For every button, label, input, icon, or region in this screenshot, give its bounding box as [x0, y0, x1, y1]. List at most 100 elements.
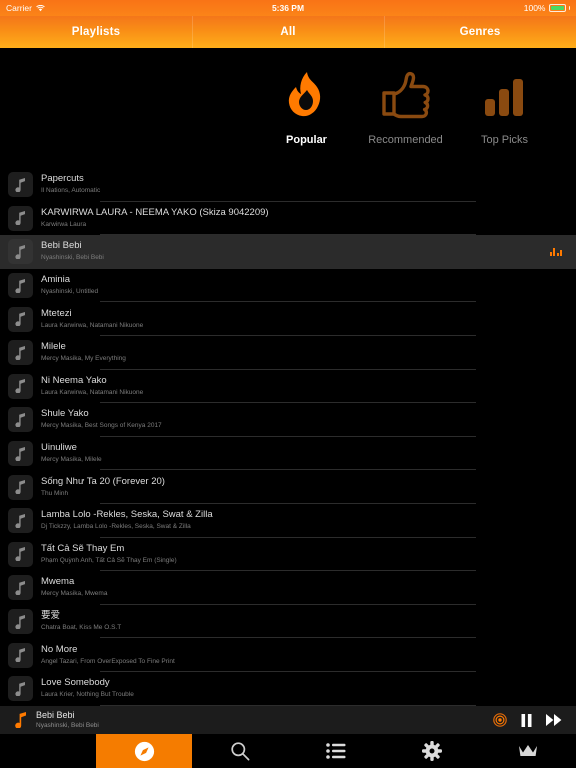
track-subtitle: Mercy Masika, Milele [41, 456, 102, 464]
table-row[interactable]: Love Somebody Laura Krier, Nothing But Tr… [0, 671, 576, 706]
track-subtitle: Laura Karwirwa, Natamani Nikuone [41, 321, 144, 329]
table-row[interactable]: Mtetezi Laura Karwirwa, Natamani Nikuone [0, 302, 576, 336]
tab-playlist[interactable] [288, 734, 384, 768]
segment-all[interactable]: All [192, 16, 384, 48]
search-icon [230, 741, 250, 761]
track-meta: KARWIRWA LAURA - NEEMA YAKO (Skiza 90422… [41, 207, 576, 230]
broadcast-icon[interactable] [493, 713, 507, 727]
category-recommended[interactable]: Recommended [356, 58, 455, 146]
track-subtitle: Il Nations, Automatic [41, 187, 101, 195]
category-top-picks-label: Top Picks [480, 134, 529, 146]
track-title: Mtetezi [41, 307, 72, 319]
table-row[interactable]: Papercuts Il Nations, Automatic [0, 168, 576, 202]
track-subtitle: Phạm Quỳnh Anh, Tất Cả Sẽ Thay Em (Singl… [41, 556, 177, 564]
track-meta: Ni Neema Yako Laura Karwirwa, Natamani Ni… [41, 375, 576, 398]
gear-icon [422, 741, 442, 761]
track-title: Ni Neema Yako [41, 374, 107, 386]
segment-genres[interactable]: Genres [384, 16, 576, 48]
track-title: Uinuliwe [41, 442, 77, 454]
table-row[interactable]: Lamba Lolo -Rekles, Seska, Swat & Zilla D… [0, 503, 576, 538]
crown-icon [518, 744, 538, 758]
flame-icon [287, 64, 327, 126]
tab-bar [0, 734, 576, 768]
track-list[interactable]: Papercuts Il Nations, Automatic KARWIRWA L… [0, 168, 576, 706]
music-note-icon [10, 712, 32, 728]
track-meta: Milele Mercy Masika, My Everything [41, 341, 576, 364]
category-strip: Popular Recommended Top Picks [0, 50, 576, 168]
track-title: Lamba Lolo -Rekles, Seska, Swat & Zilla [41, 509, 213, 521]
table-row[interactable]: Sống Như Ta 20 (Forever 20) Thu Minh [0, 470, 576, 504]
segmented-control: Playlists All Genres [0, 16, 576, 50]
track-thumbnail [8, 642, 33, 668]
table-row[interactable]: 要爱 Chatra Boat, Kiss Me O.S.T [0, 604, 576, 639]
track-subtitle: Dj Tickzzy, Lamba Lolo -Rekles, Seska, S… [41, 523, 191, 531]
table-row[interactable]: Uinuliwe Mercy Masika, Milele [0, 436, 576, 471]
track-subtitle: Nyashinski, Bebi Bebi [41, 254, 104, 262]
fast-forward-icon[interactable] [546, 714, 562, 726]
track-title: 要爱 [41, 610, 61, 622]
tab-discover[interactable] [96, 734, 192, 768]
tab-premium[interactable] [480, 734, 576, 768]
track-subtitle: Thu Minh [41, 489, 69, 497]
track-thumbnail [8, 407, 33, 433]
category-popular[interactable]: Popular [257, 58, 356, 146]
status-bar-left: Carrier [6, 3, 45, 13]
track-subtitle: Karwirwa Laura [41, 220, 87, 228]
track-thumbnail [8, 441, 33, 467]
tab-settings[interactable] [384, 734, 480, 768]
track-thumbnail [8, 474, 33, 500]
track-title: Sống Như Ta 20 (Forever 20) [41, 475, 165, 487]
track-meta: Tất Cả Sẽ Thay Em Phạm Quỳnh Anh, Tất Cả … [41, 543, 576, 566]
bar-chart-icon [483, 64, 527, 126]
table-row[interactable]: Mwema Mercy Masika, Mwema [0, 571, 576, 605]
track-meta: Bebi Bebi Nyashinski, Bebi Bebi [41, 240, 550, 263]
track-thumbnail [8, 609, 33, 635]
pause-icon[interactable] [521, 713, 532, 727]
track-meta: Shule Yako Mercy Masika, Best Songs of Ke… [41, 408, 576, 431]
track-meta: Love Somebody Laura Krier, Nothing But Tr… [41, 677, 576, 700]
track-subtitle: Mercy Masika, Mwema [41, 590, 108, 598]
track-subtitle: Mercy Masika, My Everything [41, 355, 126, 363]
table-row[interactable]: Shule Yako Mercy Masika, Best Songs of Ke… [0, 403, 576, 437]
track-meta: Mwema Mercy Masika, Mwema [41, 576, 576, 599]
now-playing-bar[interactable]: Bebi Bebi Nyashinski, Bebi Bebi [0, 706, 576, 734]
track-subtitle: Chatra Boat, Kiss Me O.S.T [41, 624, 122, 632]
table-row[interactable]: Ni Neema Yako Laura Karwirwa, Natamani Ni… [0, 369, 576, 404]
table-row[interactable]: No More Angel Tazari, From OverExposed To… [0, 638, 576, 672]
track-thumbnail [8, 373, 33, 399]
tab-search[interactable] [192, 734, 288, 768]
table-row[interactable]: KARWIRWA LAURA - NEEMA YAKO (Skiza 90422… [0, 201, 576, 236]
table-row[interactable]: Tất Cả Sẽ Thay Em Phạm Quỳnh Anh, Tất Cả … [0, 537, 576, 572]
track-thumbnail [8, 676, 33, 702]
track-meta: Uinuliwe Mercy Masika, Milele [41, 442, 576, 465]
segment-playlists[interactable]: Playlists [0, 16, 192, 48]
table-row[interactable]: Aminia Nyashinski, Untitled [0, 268, 576, 303]
now-playing-subtitle: Nyashinski, Bebi Bebi [36, 722, 99, 729]
battery-icon [548, 4, 566, 12]
table-row[interactable]: Milele Mercy Masika, My Everything [0, 335, 576, 370]
track-title: Milele [41, 341, 66, 353]
track-title: Shule Yako [41, 408, 89, 420]
list-icon [326, 743, 346, 759]
track-meta: No More Angel Tazari, From OverExposed To… [41, 644, 576, 667]
track-thumbnail [8, 306, 33, 332]
track-title: Papercuts [41, 173, 84, 185]
category-top-picks[interactable]: Top Picks [455, 58, 554, 146]
track-title: Mwema [41, 576, 75, 588]
track-subtitle: Laura Karwirwa, Natamani Nikuone [41, 388, 144, 396]
status-bar: Carrier 5:36 PM 100% [0, 0, 576, 16]
track-meta: Aminia Nyashinski, Untitled [41, 274, 576, 297]
track-meta: 要爱 Chatra Boat, Kiss Me O.S.T [41, 610, 576, 633]
thumbs-up-icon [380, 64, 432, 126]
track-meta: Papercuts Il Nations, Automatic [41, 173, 576, 196]
status-bar-right: 100% [524, 3, 570, 13]
track-subtitle: Nyashinski, Untitled [41, 288, 99, 296]
track-title: KARWIRWA LAURA - NEEMA YAKO (Skiza 90422… [41, 206, 269, 218]
compass-icon [134, 741, 155, 762]
table-row[interactable]: Bebi Bebi Nyashinski, Bebi Bebi [0, 235, 576, 269]
track-title: Tất Cả Sẽ Thay Em [41, 542, 125, 554]
track-meta: Sống Như Ta 20 (Forever 20) Thu Minh [41, 476, 576, 499]
track-meta: Lamba Lolo -Rekles, Seska, Swat & Zilla D… [41, 509, 576, 532]
now-playing-title: Bebi Bebi [36, 710, 75, 720]
category-popular-label: Popular [286, 134, 327, 146]
